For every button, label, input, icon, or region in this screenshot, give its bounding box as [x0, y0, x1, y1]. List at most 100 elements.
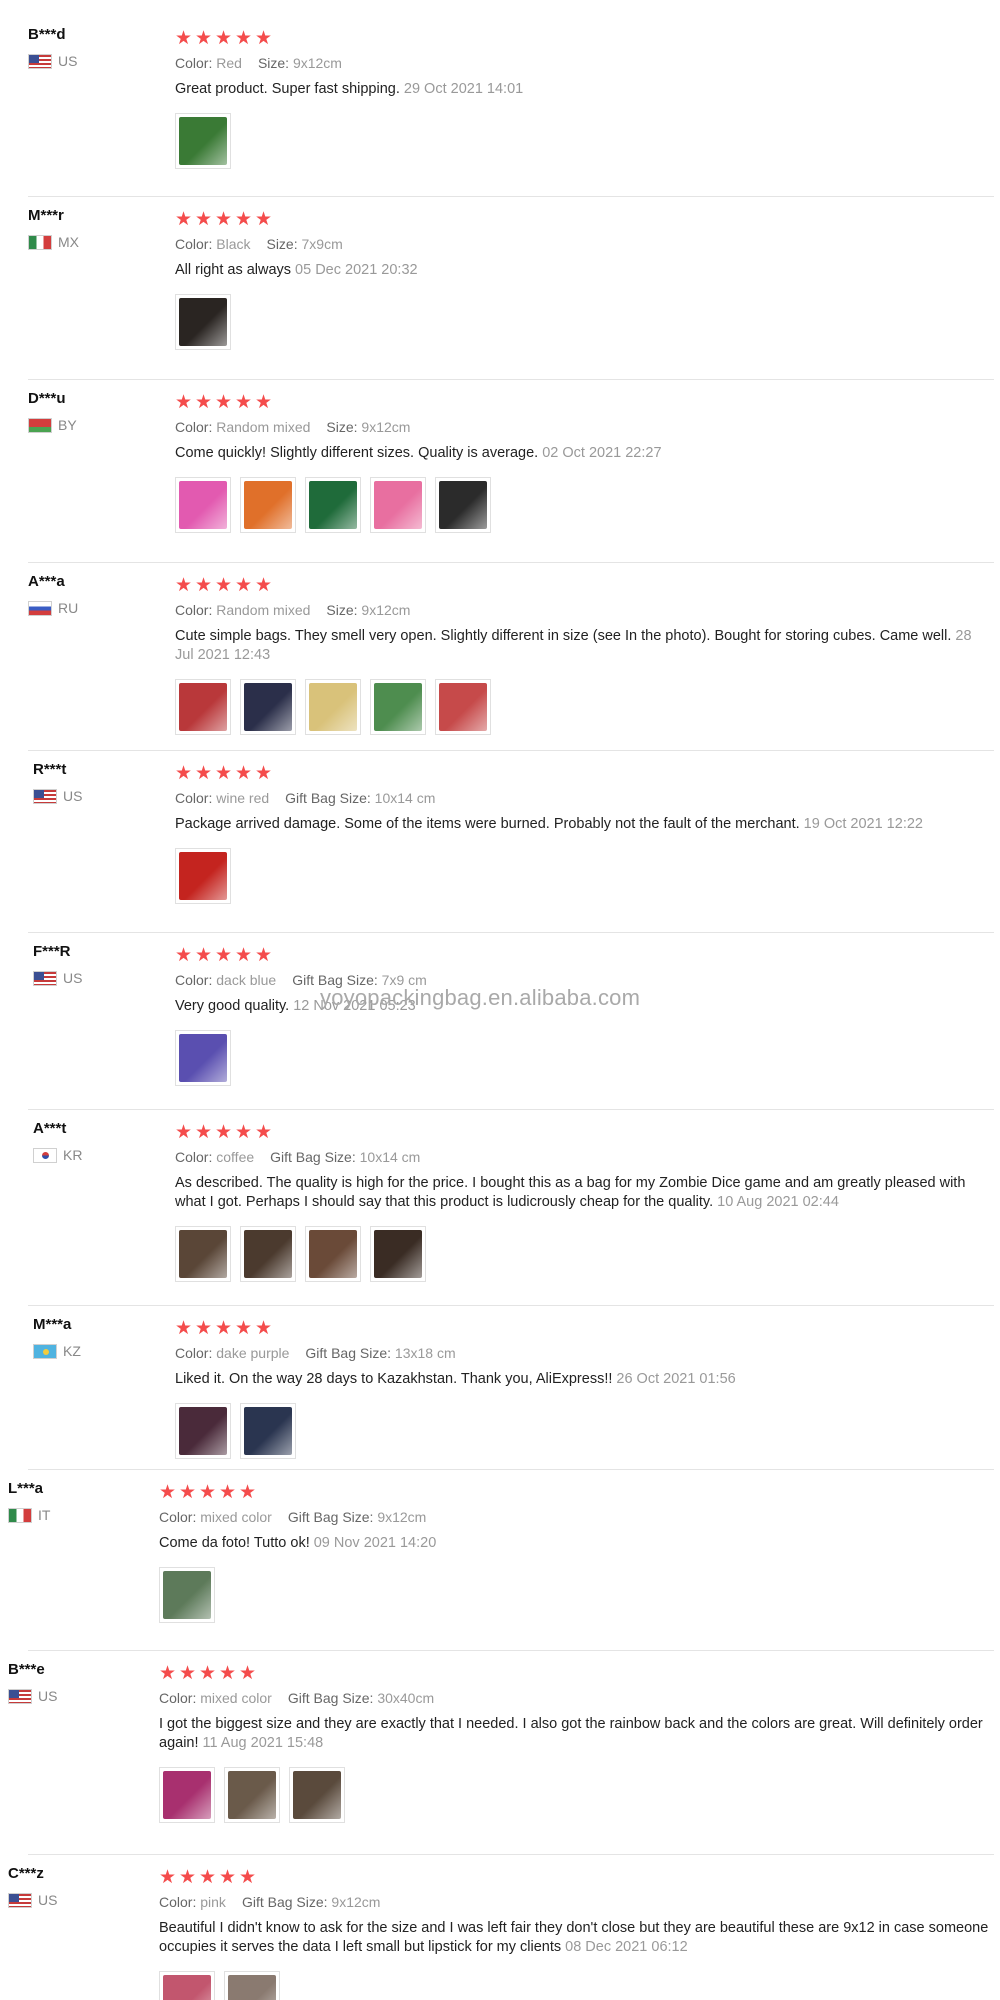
review-photo-thumbnail[interactable]: [175, 294, 231, 350]
review-photo-thumbnail[interactable]: [370, 1226, 426, 1282]
review-text: Liked it. On the way 28 days to Kazakhst…: [175, 1370, 994, 1389]
country-code: US: [63, 788, 83, 804]
review-photo-thumbnail[interactable]: [240, 477, 296, 533]
attribute-value: Red: [216, 55, 242, 71]
review-photo-thumbnail[interactable]: [175, 113, 231, 169]
star-icon: ★: [215, 208, 233, 230]
review-photos: [159, 1971, 994, 2000]
attribute-label: Gift Bag Size:: [285, 790, 371, 806]
attribute-label: Gift Bag Size:: [287, 1509, 374, 1525]
review-photo-thumbnail[interactable]: [305, 477, 361, 533]
star-icon: ★: [199, 1481, 217, 1503]
reviewer-name: F***R: [33, 943, 71, 960]
review-body: ★ ★ ★ ★ ★ Color: wine red Gift Bag Size: 10x14…: [175, 763, 994, 904]
review-photo-thumbnail[interactable]: [224, 1767, 280, 1823]
photo-image: [293, 1771, 341, 1819]
flag-icon: [28, 234, 52, 250]
review-photo-thumbnail[interactable]: [435, 679, 491, 735]
country-code: BY: [58, 417, 77, 433]
review-date: 11 Aug 2021 15:48: [202, 1735, 324, 1751]
attribute-label: Color:: [175, 1345, 213, 1361]
review-item: R***t US ★ ★ ★ ★ ★ Color: wine red Gift Bag Size…: [0, 751, 1000, 933]
review-photo-thumbnail[interactable]: [175, 848, 231, 904]
review-photo-thumbnail[interactable]: [240, 679, 296, 735]
star-icon: ★: [159, 1866, 177, 1888]
attribute-value: wine red: [216, 790, 270, 806]
review-body: ★ ★ ★ ★ ★ Color: dake purple Gift Bag Size: 13…: [175, 1318, 994, 1459]
review-item: D***u BY ★ ★ ★ ★ ★ Color: Random mixed Size: 9x1…: [0, 380, 1000, 563]
review-photo-thumbnail[interactable]: [224, 1971, 280, 2000]
review-photo-thumbnail[interactable]: [305, 679, 361, 735]
review-photo-thumbnail[interactable]: [240, 1403, 296, 1459]
country-code: US: [58, 53, 78, 69]
reviewer-name: C***z: [8, 1865, 44, 1882]
star-icon: ★: [255, 1317, 273, 1339]
review-attributes: Color: Red Size: 9x12cm: [175, 54, 994, 72]
reviewer-name: M***r: [28, 207, 64, 224]
review-attributes: Color: coffee Gift Bag Size: 10x14 cm: [175, 1148, 994, 1166]
photo-image: [179, 852, 227, 900]
star-icon: ★: [255, 762, 273, 784]
review-text: Package arrived damage. Some of the item…: [175, 815, 994, 834]
review-photos: [159, 1767, 994, 1823]
reviewer-country: KR: [33, 1147, 163, 1163]
reviewer-country: US: [8, 1892, 138, 1908]
attribute-label: Size:: [326, 602, 358, 618]
attribute-value: 7x9cm: [301, 236, 343, 252]
reviewer-info: A***a RU: [28, 573, 158, 616]
review-item: B***e US ★ ★ ★ ★ ★ Color: mixed color Gift Bag S…: [0, 1651, 1000, 1855]
review-text: As described. The quality is high for th…: [175, 1174, 994, 1212]
reviewer-country: BY: [28, 417, 158, 433]
reviewer-country: MX: [28, 234, 158, 250]
review-photo-thumbnail[interactable]: [370, 477, 426, 533]
review-photo-thumbnail[interactable]: [175, 1030, 231, 1086]
review-photo-thumbnail[interactable]: [305, 1226, 361, 1282]
reviewer-info: C***z US: [8, 1865, 138, 1908]
review-text: Cute simple bags. They smell very open. …: [175, 627, 994, 665]
star-icon: ★: [179, 1481, 197, 1503]
review-photo-thumbnail[interactable]: [175, 1403, 231, 1459]
flag-icon: [8, 1892, 32, 1908]
attribute-value: 30x40cm: [377, 1690, 435, 1706]
review-photo-thumbnail[interactable]: [175, 1226, 231, 1282]
country-code: MX: [58, 234, 79, 250]
attribute-label: Size:: [326, 419, 358, 435]
attribute-value: 9x12cm: [361, 419, 411, 435]
review-photo-thumbnail[interactable]: [175, 679, 231, 735]
review-photo-thumbnail[interactable]: [370, 679, 426, 735]
attribute-value: 10x14 cm: [359, 1149, 421, 1165]
attribute-value: Random mixed: [216, 602, 311, 618]
review-photos: [175, 1226, 994, 1282]
review-photo-thumbnail[interactable]: [289, 1767, 345, 1823]
photo-image: [244, 683, 292, 731]
photo-image: [179, 1407, 227, 1455]
star-icon: ★: [215, 762, 233, 784]
star-icon: ★: [215, 1317, 233, 1339]
review-photo-thumbnail[interactable]: [435, 477, 491, 533]
review-photos: [175, 1403, 994, 1459]
review-item: L***a IT ★ ★ ★ ★ ★ Color: mixed color Gift Bag S…: [0, 1470, 1000, 1651]
review-date: 09 Nov 2021 14:20: [313, 1535, 437, 1551]
review-attributes: Color: Random mixed Size: 9x12cm: [175, 601, 994, 619]
review-body: ★ ★ ★ ★ ★ Color: dack blue Gift Bag Size: 7x9 …: [175, 945, 994, 1086]
review-text: Come da foto! Tutto ok! 09 Nov 2021 14:20: [159, 1534, 994, 1553]
reviewer-name: B***e: [8, 1661, 45, 1678]
reviewer-info: R***t US: [33, 761, 163, 804]
attribute-label: Color:: [175, 790, 213, 806]
reviewer-info: M***a KZ: [33, 1316, 163, 1359]
star-icon: ★: [219, 1662, 237, 1684]
photo-image: [179, 298, 227, 346]
review-photo-thumbnail[interactable]: [159, 1767, 215, 1823]
review-text: Come quickly! Slightly different sizes. …: [175, 444, 994, 463]
review-date: 02 Oct 2021 22:27: [542, 445, 662, 461]
country-code: IT: [38, 1507, 51, 1523]
review-photos: [175, 1030, 994, 1086]
review-body: ★ ★ ★ ★ ★ Color: pink Gift Bag Size: 9x12cm Bea…: [159, 1867, 994, 2000]
reviewer-info: B***d US: [28, 26, 158, 69]
review-photo-thumbnail[interactable]: [159, 1567, 215, 1623]
review-text: Beautiful I didn't know to ask for the s…: [159, 1919, 994, 1957]
review-photo-thumbnail[interactable]: [159, 1971, 215, 2000]
review-photo-thumbnail[interactable]: [240, 1226, 296, 1282]
flag-icon: [33, 788, 57, 804]
review-photo-thumbnail[interactable]: [175, 477, 231, 533]
